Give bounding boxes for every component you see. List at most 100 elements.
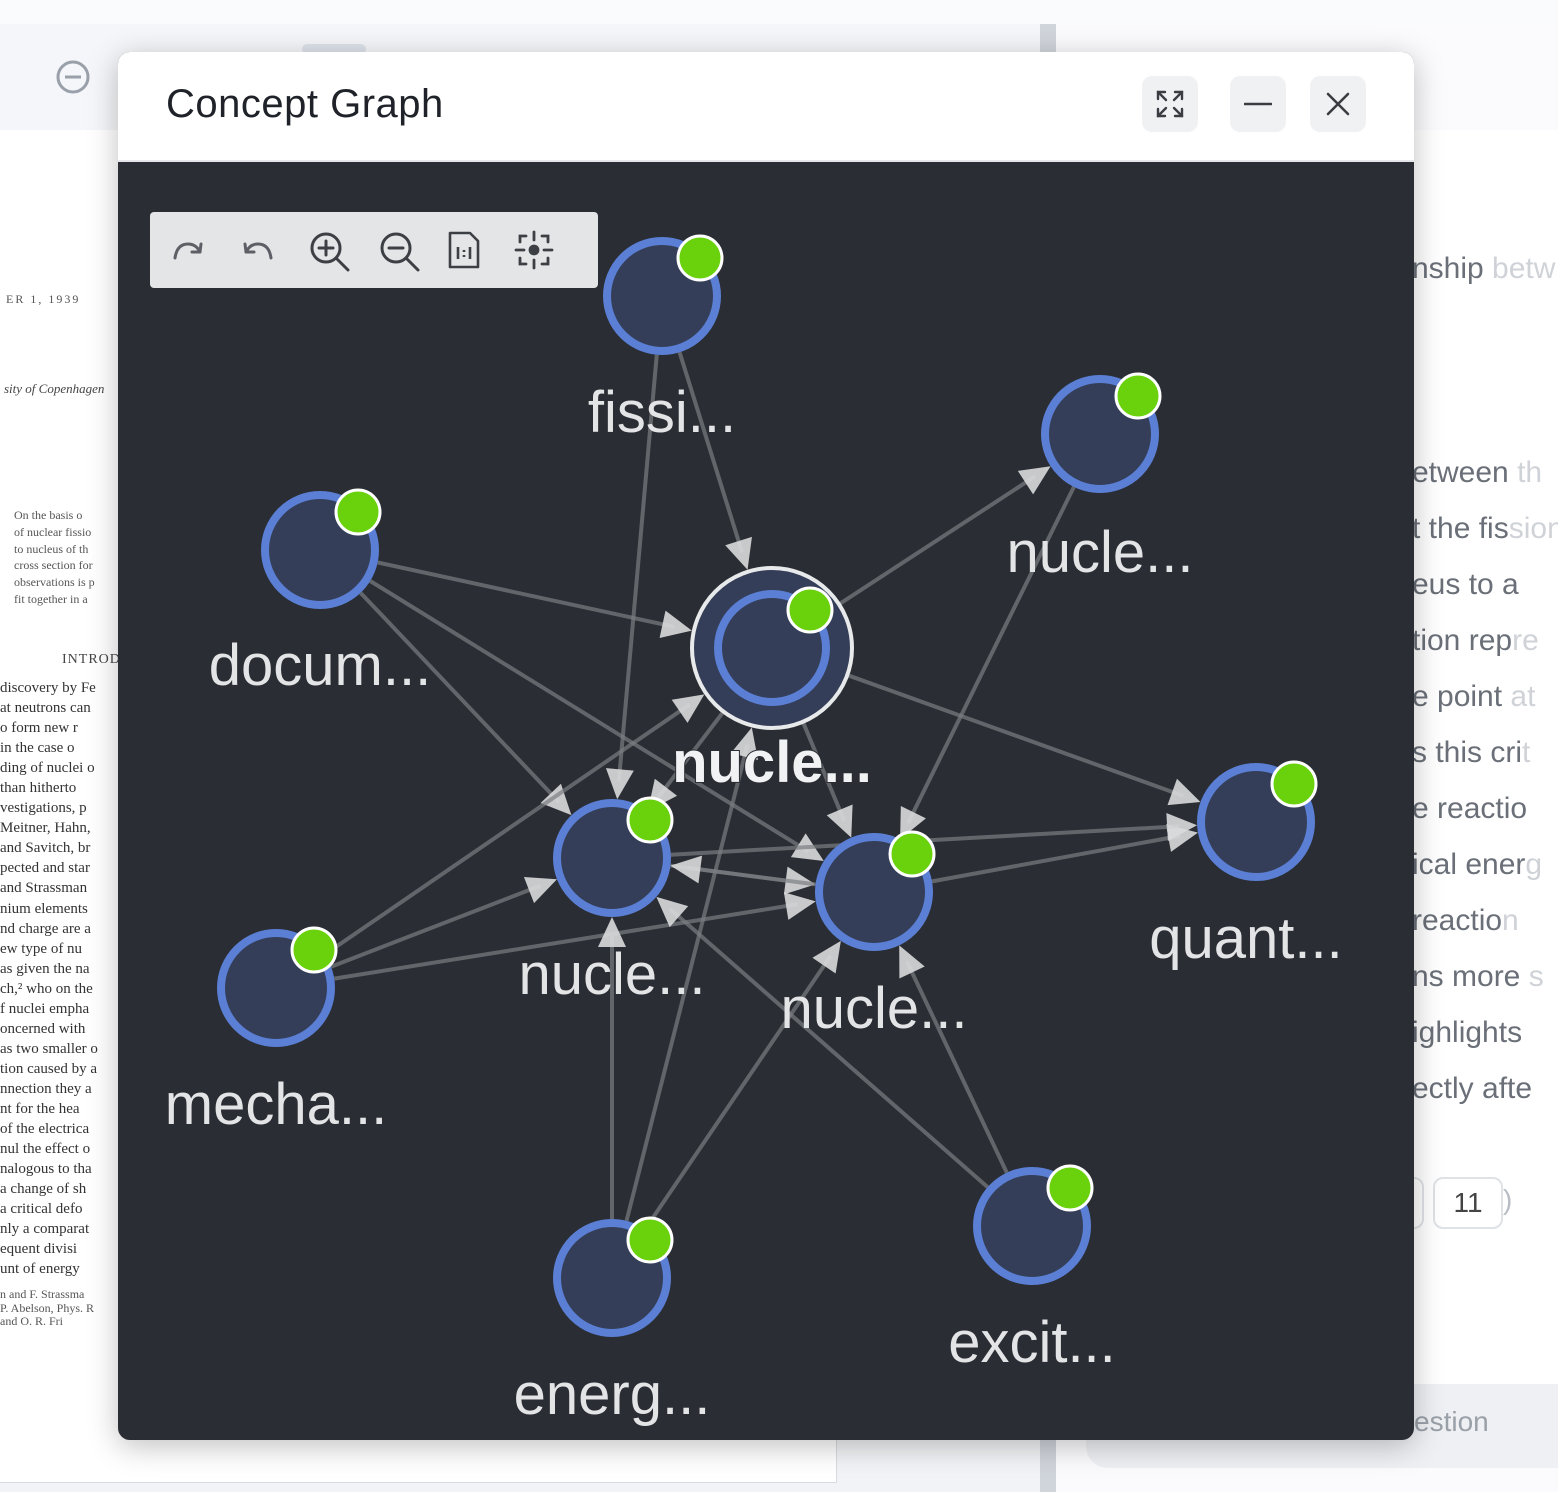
- chat-answer-line: ical energ: [1412, 848, 1542, 882]
- graph-node-excitation[interactable]: excit...: [948, 1164, 1116, 1375]
- citation-page-chip[interactable]: 11: [1433, 1177, 1503, 1229]
- zoom-out-circle-icon[interactable]: [56, 60, 90, 94]
- paper-body-line: unt of energy: [0, 1261, 80, 1278]
- answer-line-text: nship: [1412, 252, 1484, 285]
- answer-line-text: ns more: [1412, 960, 1521, 993]
- graph-edge[interactable]: [359, 591, 572, 816]
- paper-body-line: nnection they a: [0, 1080, 92, 1097]
- minimize-icon: [1244, 102, 1272, 106]
- node-label: nucle...: [781, 976, 968, 1041]
- answer-line-text: ical ener: [1412, 848, 1526, 881]
- graph-node-document[interactable]: docum...: [209, 488, 431, 698]
- answer-line-faded-text: s: [1520, 960, 1544, 993]
- paper-body-line: Meitner, Hahn,: [0, 820, 91, 837]
- edge-arrowhead: [1017, 466, 1051, 495]
- paper-body-line: in the case o: [0, 740, 75, 757]
- graph-node-fission[interactable]: fissi...: [588, 234, 736, 445]
- zoom-in-button[interactable]: [304, 226, 352, 274]
- expand-icon: [1156, 90, 1184, 118]
- undo-button[interactable]: [234, 226, 282, 274]
- paper-body-line: nium elements: [0, 900, 88, 917]
- graph-node-nucleus-right[interactable]: nucle...: [781, 830, 968, 1041]
- reference-line: and O. R. Fri: [0, 1315, 63, 1328]
- paper-body-line: nt for the hea: [0, 1100, 80, 1117]
- answer-line-faded-text: re: [1512, 624, 1539, 657]
- abstract-line: On the basis o: [14, 508, 83, 522]
- chat-answer-line: ighlights: [1412, 1016, 1522, 1050]
- answer-line-text: t the fis: [1412, 512, 1509, 545]
- chat-answer-line: e reactio: [1412, 792, 1527, 826]
- graph-node-nucleus-left[interactable]: nucle...: [519, 796, 706, 1007]
- graph-edge[interactable]: [846, 673, 1201, 806]
- abstract-line: fit together in a: [14, 591, 88, 606]
- graph-toolbar: [150, 212, 598, 288]
- fit-page-button[interactable]: [440, 226, 488, 274]
- paper-body-line: tion caused by a: [0, 1060, 98, 1077]
- node-status-badge: [626, 1216, 674, 1264]
- answer-line-faded-text: sion: [1508, 512, 1558, 545]
- redo-button[interactable]: [164, 226, 212, 274]
- graph-nodes: fissi... nucle... docum... nucle... nucle...…: [165, 234, 1343, 1427]
- abstract-line: observations is p: [14, 575, 95, 590]
- chat-answer-line: eus to a: [1412, 568, 1519, 602]
- chat-answer-line: ectly afte: [1412, 1072, 1532, 1106]
- expand-button[interactable]: [1142, 76, 1198, 132]
- paper-body-line: a critical defo: [0, 1201, 83, 1218]
- edge-arrowhead: [725, 536, 752, 570]
- node-status-badge: [888, 830, 936, 878]
- graph-node-energy[interactable]: energ...: [514, 1216, 711, 1427]
- chat-answer-line: reaction: [1412, 904, 1519, 938]
- graph-edge[interactable]: [670, 855, 816, 887]
- answer-line-text: e point: [1412, 680, 1503, 713]
- paper-body-line: discovery by Fe: [0, 680, 96, 696]
- abstract-line: to nucleus of th: [14, 541, 89, 556]
- paper-running-header: ER 1, 1939: [6, 292, 81, 306]
- graph-edge[interactable]: [377, 560, 692, 638]
- paper-affiliation: sity of Copenhagen: [4, 381, 105, 396]
- paper-body-line: nul the effect o: [0, 1141, 91, 1158]
- chat-answer-line: tion repre: [1412, 624, 1539, 658]
- zoom-out-icon: [380, 232, 420, 272]
- paper-body-line: ding of nuclei o: [0, 760, 95, 777]
- paper-body-line: at neutrons can: [0, 700, 91, 717]
- node-status-badge: [334, 488, 382, 536]
- minimize-button[interactable]: [1230, 76, 1286, 132]
- node-status-badge: [1046, 1164, 1094, 1212]
- paper-references: n and F. Strassma P. Abelson, Phys. R an…: [0, 1288, 118, 1329]
- node-label: quant...: [1149, 906, 1342, 971]
- answer-line-faded-text: betw: [1483, 252, 1556, 285]
- answer-line-text: ighlights: [1412, 1016, 1523, 1049]
- node-label: fissi...: [588, 380, 736, 445]
- concept-graph-modal: fissi... nucle... docum... nucle... nucle...…: [118, 52, 1414, 1440]
- node-label: nucle...: [1007, 520, 1194, 585]
- paper-body-text: discovery by Fe at neutrons can o form new…: [0, 678, 118, 1279]
- paper-body-line: and Savitch, br: [0, 840, 91, 857]
- paper-section-heading: INTROD: [62, 652, 121, 667]
- question-input-placeholder: estion: [1414, 1406, 1489, 1437]
- node-label: energ...: [514, 1362, 711, 1427]
- graph-edge[interactable]: [656, 896, 989, 1189]
- abstract-line: of nuclear fissio: [14, 524, 92, 539]
- close-icon: [1326, 92, 1350, 116]
- edge-arrowhead: [659, 610, 692, 638]
- answer-line-text: etween: [1412, 456, 1509, 489]
- app-top-bar: [0, 0, 1558, 25]
- node-label: nucle...: [672, 730, 872, 795]
- fit-page-icon: [448, 231, 480, 269]
- paper-body-line: f nuclei empha: [0, 1000, 90, 1017]
- answer-line-faded-text: g: [1525, 848, 1543, 881]
- zoom-out-button[interactable]: [374, 226, 422, 274]
- center-focus-button[interactable]: [510, 226, 558, 274]
- close-button[interactable]: [1310, 76, 1366, 132]
- answer-line-text: eus to a: [1412, 568, 1519, 601]
- paper-body-line: nly a comparat: [0, 1221, 90, 1238]
- paper-body-line: a change of sh: [0, 1181, 87, 1198]
- chat-answer-line: nship betw: [1412, 252, 1555, 286]
- node-status-badge: [676, 234, 724, 282]
- answer-line-text: s this cri: [1412, 736, 1523, 769]
- edge-arrowhead: [783, 892, 816, 920]
- paper-body-line: o form new r: [0, 720, 78, 737]
- redo-icon: [173, 242, 203, 260]
- center-focus-icon: [514, 230, 554, 270]
- chat-answer-line: etween th: [1412, 456, 1542, 490]
